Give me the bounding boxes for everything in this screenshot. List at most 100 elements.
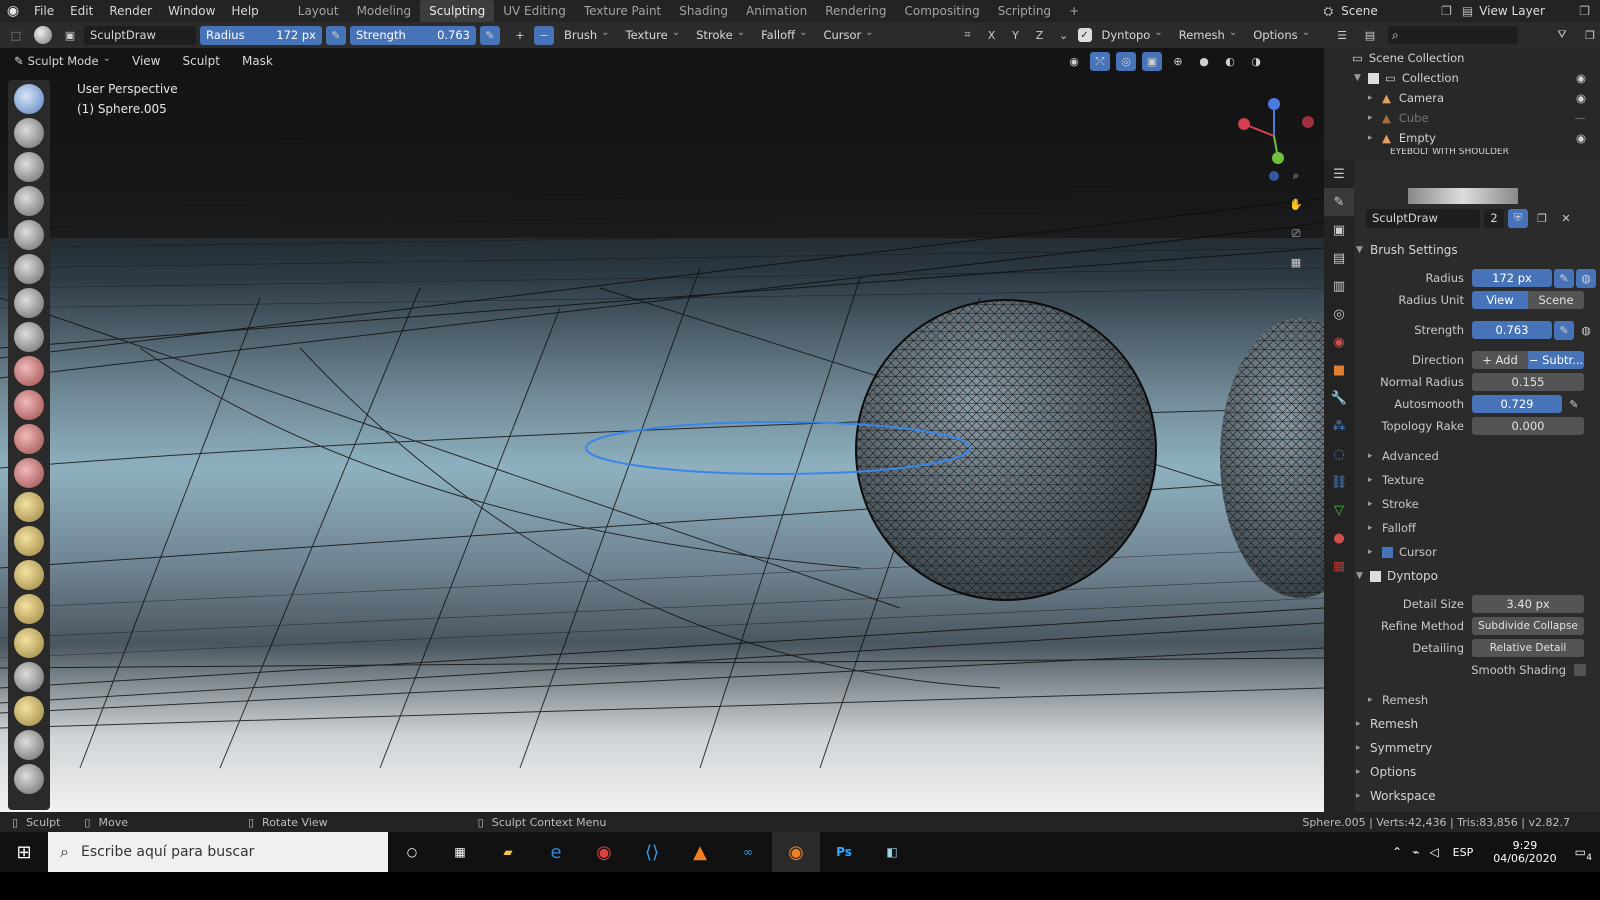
tool-crease-icon[interactable] — [14, 322, 44, 352]
tool-smooth-icon[interactable] — [14, 356, 44, 386]
vlc-icon[interactable]: ▲ — [676, 832, 724, 872]
editor-type-icon[interactable]: ⬚ — [6, 26, 26, 45]
tool-clay-strips-icon[interactable] — [14, 186, 44, 216]
cursor-menu[interactable]: Cursor — [817, 28, 879, 42]
modifier-tab-icon[interactable]: 🔧 — [1324, 384, 1354, 412]
brush-users-count[interactable]: 2 — [1484, 208, 1504, 228]
brush-settings-header[interactable]: ▼ Brush Settings — [1356, 240, 1596, 260]
tool-draw-icon[interactable] — [14, 84, 44, 114]
outliner-item-cube[interactable]: ▸ ▲ Cube — — [1324, 108, 1600, 128]
new-view-layer-icon[interactable]: ❐ — [1579, 4, 1590, 18]
axis-z-toggle[interactable]: Z — [1030, 26, 1050, 45]
cortana-icon[interactable]: ○ — [388, 832, 436, 872]
mask-menu[interactable]: Mask — [234, 50, 281, 72]
direction-subtract-button[interactable]: − Subtr... — [1528, 351, 1584, 369]
material-tab-icon[interactable]: ● — [1324, 524, 1354, 552]
world-tab-icon[interactable]: ◉ — [1324, 328, 1354, 356]
radius-pressure-icon[interactable]: ✎ — [326, 25, 346, 45]
properties-editor-icon[interactable]: ☰ — [1324, 160, 1354, 188]
tab-scripting[interactable]: Scripting — [989, 0, 1060, 22]
collapse-icon[interactable]: ▼ — [1354, 73, 1368, 83]
rendered-shading-icon[interactable]: ◑ — [1246, 52, 1266, 71]
outliner-item-camera[interactable]: ▸ ▲ Camera ◉ — [1324, 88, 1600, 108]
tab-layout[interactable]: Layout — [289, 0, 348, 22]
radius-prop-pressure-icon[interactable]: ✎ — [1554, 268, 1574, 288]
edge-icon[interactable]: e — [532, 832, 580, 872]
outliner-scene-collection[interactable]: ▭ Scene Collection — [1324, 48, 1600, 68]
data-tab-icon[interactable]: ▽ — [1324, 496, 1354, 524]
symmetry-icon[interactable]: ⌗ — [958, 26, 978, 45]
outliner-editor-icon[interactable]: ☰ — [1332, 26, 1352, 45]
smooth-shading-checkbox[interactable] — [1574, 664, 1586, 676]
tab-animation[interactable]: Animation — [737, 0, 816, 22]
expand-icon[interactable]: ▸ — [1368, 93, 1382, 103]
menu-render[interactable]: Render — [101, 0, 160, 22]
symmetry-panel[interactable]: ▸ Symmetry — [1356, 738, 1596, 758]
output-tab-icon[interactable]: ▤ — [1324, 244, 1354, 272]
clock[interactable]: 9:29 04/06/2020 — [1493, 839, 1556, 865]
tool-pose-icon[interactable] — [14, 628, 44, 658]
taskbar-search[interactable]: ⌕ Escribe aquí para buscar — [48, 832, 388, 872]
detailing-select[interactable]: Relative Detail — [1472, 639, 1584, 657]
file-explorer-icon[interactable]: ▰ — [484, 832, 532, 872]
eye-hidden-icon[interactable]: — — [1575, 111, 1587, 125]
unlink-brush-icon[interactable]: ✕ — [1556, 209, 1576, 228]
brush-preview-icon[interactable] — [30, 26, 56, 45]
photoshop-icon[interactable]: Ps — [820, 832, 868, 872]
outliner-filter-icon[interactable]: ⛛ — [1552, 26, 1572, 45]
outliner-item-eyebolt[interactable]: EYEBOLT WITH SHOULDER — [1324, 148, 1600, 156]
brush-preview[interactable] — [1408, 188, 1518, 204]
eye-icon[interactable]: ◉ — [1576, 131, 1586, 145]
falloff-subpanel[interactable]: ▸ Falloff — [1368, 518, 1588, 538]
volume-icon[interactable]: ◁ — [1429, 845, 1438, 859]
menu-help[interactable]: Help — [223, 0, 266, 22]
workspace-panel[interactable]: ▸ Workspace — [1356, 786, 1596, 806]
strength-prop-pressure-icon[interactable]: ✎ — [1554, 320, 1574, 340]
dyntopo-header[interactable]: ▼ Dyntopo — [1356, 566, 1596, 586]
notification-center-icon[interactable]: ▭ 4 — [1575, 845, 1592, 863]
tool-draw-sharp-icon[interactable] — [14, 118, 44, 148]
render-tab-icon[interactable]: ▣ — [1324, 216, 1354, 244]
options-menu[interactable]: Options — [1247, 28, 1316, 42]
network-icon[interactable]: ⌁ — [1412, 845, 1419, 859]
tool-fill-icon[interactable] — [14, 424, 44, 454]
eye-icon[interactable]: ◉ — [1576, 71, 1586, 85]
cursor-checkbox[interactable] — [1382, 546, 1393, 558]
texture-subpanel[interactable]: ▸ Texture — [1368, 470, 1588, 490]
particles-tab-icon[interactable]: ⁂ — [1324, 412, 1354, 440]
xray-icon[interactable]: ▣ — [1142, 52, 1162, 71]
strength-prop-field[interactable]: 0.763 — [1472, 321, 1552, 339]
direction-add-button[interactable]: + Add — [1472, 351, 1528, 369]
advanced-subpanel[interactable]: ▸ Advanced — [1368, 446, 1588, 466]
tool-simplify-icon[interactable] — [14, 730, 44, 760]
mode-selector[interactable]: ✎ Sculpt Mode — [8, 54, 118, 68]
tab-sculpting[interactable]: Sculpting — [420, 0, 495, 22]
stroke-menu[interactable]: Stroke — [690, 28, 751, 42]
tool-layer-icon[interactable] — [14, 220, 44, 250]
tray-chevron-icon[interactable]: ⌃ — [1392, 845, 1402, 859]
blender-logo-icon[interactable]: ◉ — [0, 0, 26, 22]
texture-tab-icon[interactable]: ▦ — [1324, 552, 1354, 580]
tab-texture-paint[interactable]: Texture Paint — [575, 0, 670, 22]
tab-modeling[interactable]: Modeling — [348, 0, 421, 22]
physics-tab-icon[interactable]: ◌ — [1324, 440, 1354, 468]
tool-clay-icon[interactable] — [14, 152, 44, 182]
cursor-subpanel[interactable]: ▸ Cursor — [1368, 542, 1588, 562]
view-menu[interactable]: View — [124, 50, 168, 72]
task-view-icon[interactable]: ▦ — [436, 832, 484, 872]
duplicate-brush-icon[interactable]: ❐ — [1532, 209, 1552, 228]
new-scene-icon[interactable]: ❐ — [1441, 4, 1452, 18]
strength-prop-unified-icon[interactable]: ◍ — [1576, 321, 1596, 340]
stroke-subpanel[interactable]: ▸ Stroke — [1368, 494, 1588, 514]
outliner-item-empty[interactable]: ▸ ▲ Empty ◉ — [1324, 128, 1600, 148]
3d-viewport[interactable] — [0, 48, 1324, 812]
constraints-tab-icon[interactable]: ⛓ — [1324, 468, 1354, 496]
eye-icon[interactable]: ◉ — [1576, 91, 1586, 105]
autosmooth-pressure-icon[interactable]: ✎ — [1564, 395, 1584, 414]
tab-shading[interactable]: Shading — [670, 0, 737, 22]
tool-grab-icon[interactable] — [14, 526, 44, 556]
app2-icon[interactable]: ◧ — [868, 832, 916, 872]
sculpt-menu[interactable]: Sculpt — [174, 50, 227, 72]
view-layer-icon[interactable]: ▤ — [1462, 4, 1473, 18]
options-panel[interactable]: ▸ Options — [1356, 762, 1596, 782]
